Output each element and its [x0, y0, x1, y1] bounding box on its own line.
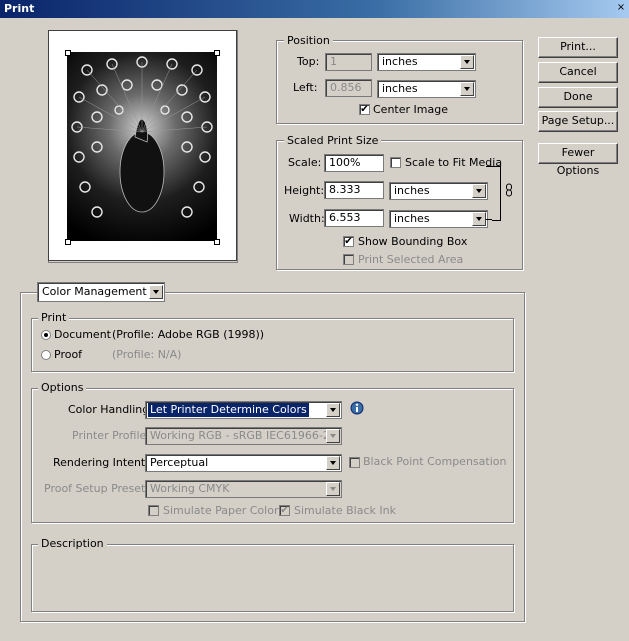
- rendering-intent-select[interactable]: Perceptual: [145, 454, 342, 472]
- title-bar[interactable]: Print ×: [0, 0, 629, 18]
- print-source-legend: Print: [38, 311, 70, 324]
- print-selected-area-checkbox[interactable]: [343, 254, 354, 265]
- show-bounding-box-checkbox[interactable]: ✔: [343, 236, 354, 247]
- window-title: Print: [4, 2, 35, 15]
- left-field[interactable]: 0.856: [325, 79, 372, 97]
- printer-profile-value: Working RGB - sRGB IEC61966-2.1: [150, 429, 341, 442]
- proof-label: Proof: [54, 348, 83, 361]
- color-handling-select[interactable]: Let Printer Determine Colors: [145, 401, 342, 419]
- proof-profile: (Profile: N/A): [112, 348, 182, 361]
- scaled-print-size-legend: Scaled Print Size: [284, 134, 382, 147]
- done-button[interactable]: Done: [538, 87, 618, 108]
- printer-profile-label: Printer Profile:: [72, 429, 150, 442]
- height-field[interactable]: 8.333: [324, 181, 384, 199]
- center-image-checkbox[interactable]: ✔: [359, 104, 370, 115]
- chevron-down-icon[interactable]: [472, 184, 486, 198]
- top-unit-value: inches: [382, 55, 418, 68]
- description-legend: Description: [38, 537, 107, 550]
- width-unit-value: inches: [394, 212, 430, 225]
- bbox-handle-tl[interactable]: [65, 50, 71, 56]
- description-group: [31, 544, 514, 612]
- print-selected-area-label: Print Selected Area: [358, 253, 464, 266]
- info-icon[interactable]: [349, 400, 365, 416]
- link-icon[interactable]: [505, 183, 513, 197]
- left-unit-select[interactable]: inches: [377, 80, 476, 98]
- black-point-checkbox[interactable]: [349, 457, 360, 468]
- options-legend: Options: [38, 381, 87, 394]
- simulate-black-checkbox[interactable]: ✔: [279, 505, 290, 516]
- chevron-down-icon[interactable]: [326, 456, 340, 470]
- chevron-down-icon[interactable]: [326, 482, 340, 496]
- preview-image[interactable]: [67, 52, 217, 241]
- simulate-paper-label: Simulate Paper Color: [163, 504, 279, 517]
- height-label: Height:: [284, 184, 325, 197]
- scale-to-fit-label: Scale to Fit Media: [405, 156, 503, 169]
- close-icon[interactable]: ×: [615, 2, 627, 15]
- top-field[interactable]: 1: [325, 53, 372, 71]
- cancel-button[interactable]: Cancel: [538, 62, 618, 83]
- proof-setup-value: Working CMYK: [150, 482, 230, 495]
- fewer-options-button[interactable]: Fewer Options: [538, 143, 618, 177]
- chevron-down-icon[interactable]: [460, 82, 474, 96]
- color-handling-value: Let Printer Determine Colors: [148, 403, 309, 417]
- width-field[interactable]: 6.553: [324, 209, 384, 227]
- center-image-label: Center Image: [373, 103, 448, 116]
- constrain-bracket: [492, 166, 501, 221]
- rendering-intent-label: Rendering Intent:: [53, 456, 149, 469]
- chevron-down-icon[interactable]: [326, 429, 340, 443]
- position-legend: Position: [284, 34, 333, 47]
- bbox-handle-tr[interactable]: [214, 50, 220, 56]
- page-setup-button[interactable]: Page Setup...: [538, 111, 618, 132]
- chevron-down-icon[interactable]: [460, 55, 474, 69]
- chevron-down-icon[interactable]: [472, 212, 486, 226]
- chevron-down-icon[interactable]: [149, 285, 163, 299]
- height-unit-select[interactable]: inches: [389, 182, 488, 200]
- mode-select[interactable]: Color Management: [37, 282, 165, 302]
- black-point-label: Black Point Compensation: [363, 455, 507, 468]
- color-handling-label: Color Handling:: [68, 403, 153, 416]
- print-dialog: Print × Position Top: 1 inches Left: 0.8…: [0, 0, 629, 641]
- scale-field[interactable]: 100%: [324, 154, 384, 172]
- scale-label: Scale:: [288, 156, 322, 169]
- top-unit-select[interactable]: inches: [377, 53, 476, 71]
- show-bounding-box-label: Show Bounding Box: [358, 235, 468, 248]
- rendering-intent-value: Perceptual: [150, 456, 209, 469]
- simulate-black-label: Simulate Black Ink: [294, 504, 396, 517]
- bracket-tick-bottom: [486, 219, 492, 220]
- proof-setup-select[interactable]: Working CMYK: [145, 480, 342, 498]
- left-label: Left:: [293, 81, 318, 94]
- document-radio[interactable]: [41, 330, 51, 340]
- document-profile: (Profile: Adobe RGB (1998)): [112, 328, 265, 341]
- mode-select-value: Color Management: [42, 285, 147, 298]
- width-label: Width:: [289, 212, 325, 225]
- height-unit-value: inches: [394, 184, 430, 197]
- printer-profile-select[interactable]: Working RGB - sRGB IEC61966-2.1: [145, 427, 342, 445]
- top-label: Top:: [297, 55, 320, 68]
- left-unit-value: inches: [382, 82, 418, 95]
- simulate-paper-checkbox[interactable]: [148, 505, 159, 516]
- print-button[interactable]: Print...: [538, 37, 618, 58]
- chevron-down-icon[interactable]: [326, 403, 340, 417]
- proof-radio[interactable]: [41, 350, 51, 360]
- width-unit-select[interactable]: inches: [389, 210, 488, 228]
- bbox-handle-bl[interactable]: [65, 239, 71, 245]
- bbox-handle-br[interactable]: [214, 239, 220, 245]
- print-source-group: [31, 318, 514, 372]
- bracket-tick-top: [486, 166, 492, 167]
- proof-setup-label: Proof Setup Preset:: [44, 482, 150, 495]
- document-label: Document: [54, 328, 111, 341]
- scale-to-fit-checkbox[interactable]: [390, 157, 401, 168]
